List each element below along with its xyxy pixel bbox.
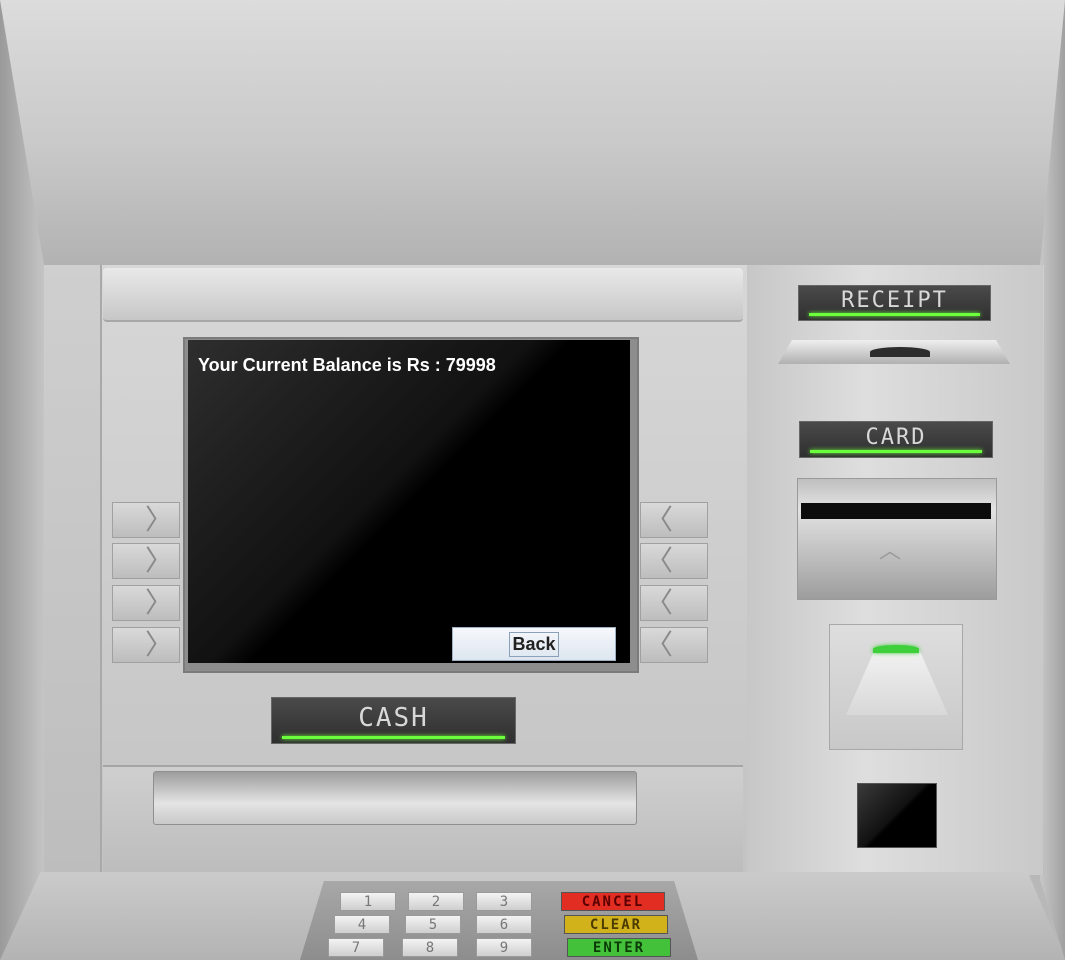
chevron-right-icon: 〉 bbox=[144, 587, 173, 618]
chevron-right-icon: 〉 bbox=[144, 629, 173, 660]
chevron-left-icon: 〈 bbox=[645, 504, 674, 535]
enter-key[interactable]: ENTER bbox=[567, 938, 671, 957]
card-label-plate: CARD bbox=[799, 421, 993, 458]
left-side-key-4[interactable]: 〉 bbox=[112, 627, 180, 663]
card-indicator-light bbox=[810, 450, 982, 453]
left-side-key-3[interactable]: 〉 bbox=[112, 585, 180, 621]
receipt-slot-opening bbox=[870, 347, 930, 357]
pin-shield-display bbox=[857, 783, 937, 848]
atm-screen bbox=[188, 340, 630, 663]
right-side-key-3[interactable]: 〈 bbox=[640, 585, 708, 621]
key-7[interactable]: 7 bbox=[328, 938, 384, 957]
chevron-left-icon: 〈 bbox=[645, 545, 674, 576]
chevron-up-icon: ︿ bbox=[878, 538, 901, 563]
card-slot-opening bbox=[801, 503, 991, 519]
receipt-indicator-light bbox=[809, 313, 980, 316]
cancel-key[interactable]: CANCEL bbox=[561, 892, 665, 911]
left-side-key-2[interactable]: 〉 bbox=[112, 543, 180, 579]
key-4[interactable]: 4 bbox=[334, 915, 390, 934]
cash-indicator-light bbox=[282, 736, 505, 739]
top-bezel bbox=[103, 268, 743, 322]
key-5[interactable]: 5 bbox=[405, 915, 461, 934]
key-8[interactable]: 8 bbox=[402, 938, 458, 957]
chevron-left-icon: 〈 bbox=[645, 587, 674, 618]
balance-message: Your Current Balance is Rs : 79998 bbox=[198, 355, 496, 375]
key-2[interactable]: 2 bbox=[408, 892, 464, 911]
receipt-label-plate: RECEIPT bbox=[798, 285, 991, 321]
reader-led-icon bbox=[873, 645, 919, 653]
chevron-right-icon: 〉 bbox=[144, 504, 173, 535]
key-6[interactable]: 6 bbox=[476, 915, 532, 934]
chevron-left-icon: 〈 bbox=[645, 629, 674, 660]
right-side-key-1[interactable]: 〈 bbox=[640, 502, 708, 538]
right-side-key-2[interactable]: 〈 bbox=[640, 543, 708, 579]
right-side-key-4[interactable]: 〈 bbox=[640, 627, 708, 663]
cash-slot bbox=[153, 771, 637, 825]
key-1[interactable]: 1 bbox=[340, 892, 396, 911]
key-3[interactable]: 3 bbox=[476, 892, 532, 911]
back-button-label: Back bbox=[509, 631, 559, 657]
atm-hood bbox=[0, 0, 1065, 265]
back-button[interactable]: Back bbox=[452, 627, 616, 661]
clear-key[interactable]: CLEAR bbox=[564, 915, 668, 934]
receipt-label: RECEIPT bbox=[841, 288, 948, 313]
key-9[interactable]: 9 bbox=[476, 938, 532, 957]
cash-label: CASH bbox=[358, 703, 429, 733]
chevron-right-icon: 〉 bbox=[144, 545, 173, 576]
card-label: CARD bbox=[865, 425, 927, 450]
cash-label-plate: CASH bbox=[271, 697, 516, 744]
left-side-key-1[interactable]: 〉 bbox=[112, 502, 180, 538]
